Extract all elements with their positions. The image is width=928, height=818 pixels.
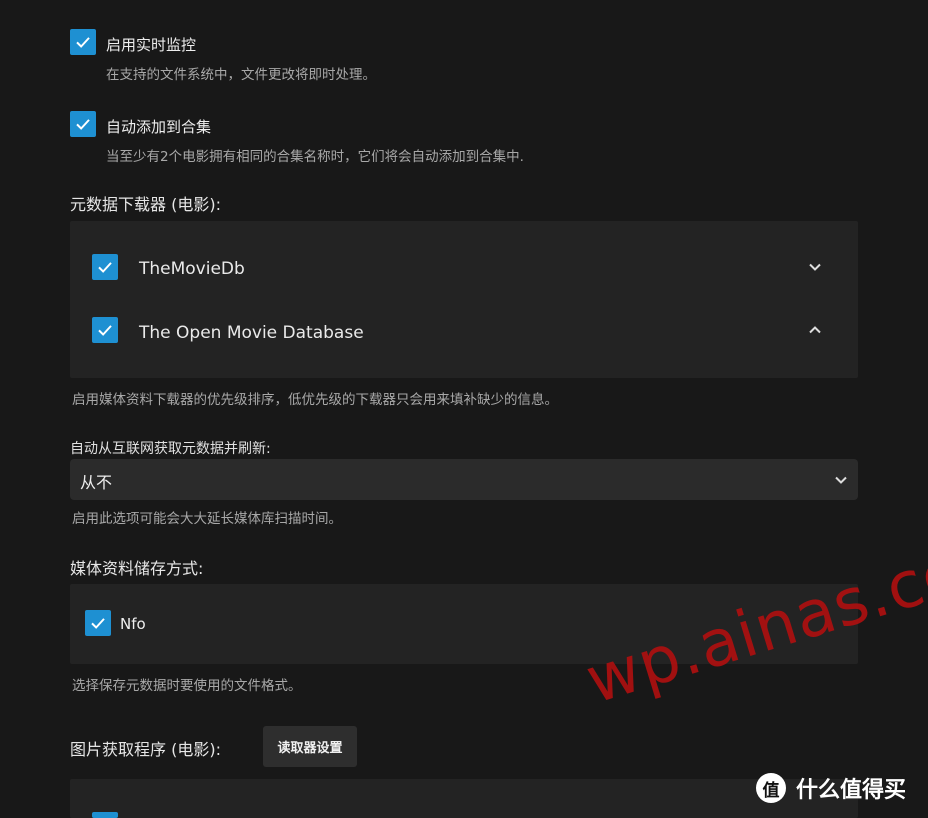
downloader-tmdb-label: TheMovieDb [139, 259, 245, 279]
metadata-downloaders-desc: 启用媒体资料下载器的优先级排序，低优先级的下载器只会用来填补缺少的信息。 [72, 392, 558, 408]
realtime-monitor-desc: 在支持的文件系统中，文件更改将即时处理。 [106, 67, 376, 83]
realtime-monitor-label[interactable]: 启用实时监控 [106, 34, 196, 55]
chevron-down-icon [835, 476, 847, 484]
auto-refresh-select[interactable]: 从不 [70, 459, 858, 500]
downloader-tmdb-checkbox[interactable] [92, 254, 118, 280]
chevron-up-icon[interactable] [807, 322, 823, 338]
image-fetchers-list [70, 779, 858, 818]
auto-refresh-label: 自动从互联网获取元数据并刷新: [70, 441, 271, 457]
downloader-omdb-label: The Open Movie Database [139, 323, 364, 343]
downloader-omdb-checkbox[interactable] [92, 317, 118, 343]
brand-watermark: 值 什么值得买 [756, 772, 906, 804]
check-icon [76, 119, 90, 130]
check-icon [98, 262, 112, 273]
check-icon [76, 37, 90, 48]
saver-nfo-label: Nfo [120, 615, 146, 633]
auto-refresh-value: 从不 [80, 473, 113, 492]
metadata-downloaders-list: TheMovieDb The Open Movie Database [70, 221, 858, 378]
check-icon [91, 618, 105, 629]
auto-collection-desc: 当至少有2个电影拥有相同的合集名称时，它们将会自动添加到合集中. [106, 149, 524, 165]
auto-collection-label[interactable]: 自动添加到合集 [106, 116, 211, 137]
saver-nfo-checkbox[interactable] [85, 610, 111, 636]
fetcher-settings-button[interactable]: 读取器设置 [263, 726, 357, 767]
auto-refresh-desc: 启用此选项可能会大大延长媒体库扫描时间。 [72, 511, 342, 527]
check-icon [98, 325, 112, 336]
brand-logo-icon: 值 [756, 773, 786, 803]
metadata-savers-desc: 选择保存元数据时要使用的文件格式。 [72, 678, 302, 694]
auto-collection-checkbox[interactable] [70, 111, 96, 137]
image-fetchers-heading: 图片获取程序 (电影): [70, 740, 221, 759]
metadata-downloaders-heading: 元数据下载器 (电影): [70, 195, 221, 214]
metadata-savers-heading: 媒体资料储存方式: [70, 559, 204, 578]
image-fetcher-checkbox[interactable] [92, 812, 118, 818]
brand-text: 什么值得买 [796, 778, 907, 803]
realtime-monitor-checkbox[interactable] [70, 29, 96, 55]
chevron-down-icon[interactable] [807, 259, 823, 275]
